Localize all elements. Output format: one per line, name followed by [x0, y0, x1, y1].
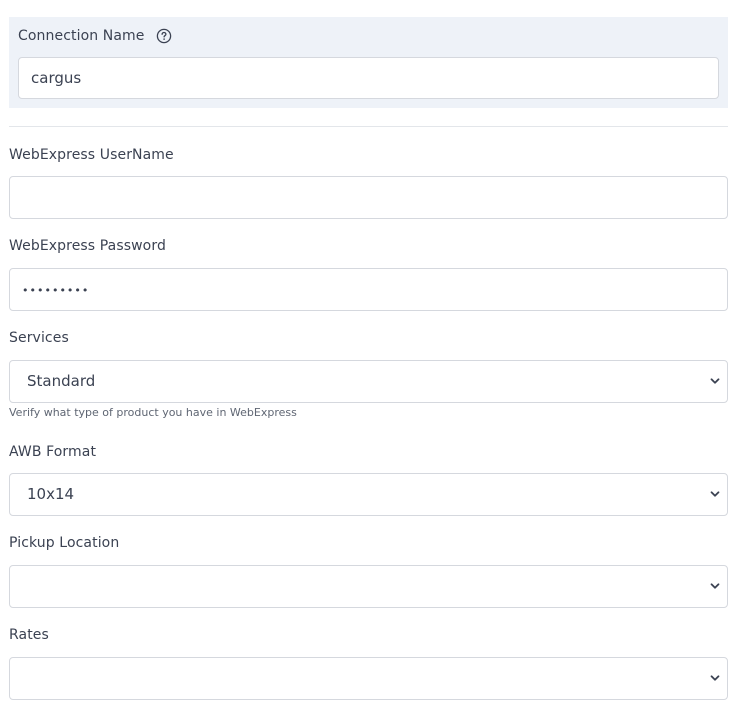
chevron-down-icon	[709, 580, 721, 592]
services-label: Services	[9, 330, 69, 346]
chevron-down-icon	[709, 375, 721, 387]
password-masked-value: •••••••••	[22, 284, 90, 297]
rates-label: Rates	[9, 627, 49, 643]
section-divider	[9, 126, 728, 127]
connection-name-label-row: Connection Name	[18, 27, 172, 45]
username-label: WebExpress UserName	[9, 147, 174, 163]
awb-format-selected-value: 10x14	[27, 485, 75, 503]
question-circle-icon[interactable]	[156, 28, 172, 44]
awb-format-select[interactable]: 10x14	[9, 473, 728, 516]
connection-name-panel: Connection Name cargus	[9, 17, 728, 108]
password-label: WebExpress Password	[9, 238, 166, 254]
pickup-location-select[interactable]	[9, 565, 728, 608]
services-hint: Verify what type of product you have in …	[9, 406, 297, 419]
rates-select[interactable]	[9, 657, 728, 700]
services-selected-value: Standard	[27, 372, 96, 390]
connection-name-input[interactable]: cargus	[18, 57, 719, 99]
connection-name-label: Connection Name	[18, 28, 145, 44]
chevron-down-icon	[709, 672, 721, 684]
pickup-location-label: Pickup Location	[9, 535, 120, 551]
services-select[interactable]: Standard	[9, 360, 728, 403]
chevron-down-icon	[709, 488, 721, 500]
username-input[interactable]	[9, 176, 728, 219]
password-input[interactable]: •••••••••	[9, 268, 728, 311]
awb-format-label: AWB Format	[9, 444, 97, 460]
